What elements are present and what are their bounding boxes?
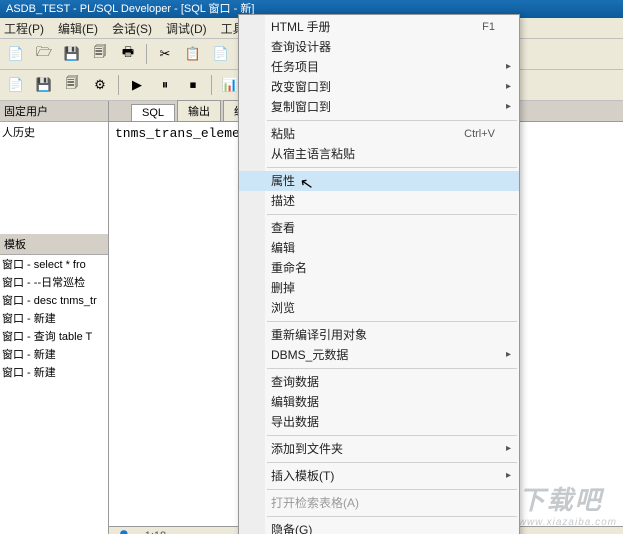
stop-icon[interactable]: ⏹ (181, 73, 205, 97)
menu-item-label: 插入模板(T) (271, 466, 334, 486)
menu-project[interactable]: 工程(P) (4, 20, 44, 37)
templates-list: 窗口 - select * fro 窗口 - --日常巡检 窗口 - desc … (0, 255, 108, 534)
menu-item-label: 编辑 (271, 238, 295, 258)
newwin-icon[interactable]: 📄 (4, 73, 28, 97)
menu-item[interactable]: 重命名 (239, 258, 519, 278)
template-item[interactable]: 窗口 - select * fro (0, 255, 108, 273)
menu-item[interactable]: 删掉 (239, 278, 519, 298)
menu-item-shortcut: F1 (482, 17, 495, 37)
menu-item[interactable]: 描述 (239, 191, 519, 211)
print-icon[interactable]: 🖶 (116, 42, 140, 66)
menu-session[interactable]: 会话(S) (112, 20, 152, 37)
menu-item[interactable]: 粘贴 Ctrl+V (239, 124, 519, 144)
menu-item-label: 任务项目 (271, 57, 319, 77)
template-item[interactable]: 窗口 - 新建 (0, 345, 108, 363)
paste-icon[interactable]: 📄 (209, 42, 233, 66)
menu-item-label: 复制窗口到 (271, 97, 331, 117)
template-item[interactable]: 窗口 - 查询 table T (0, 327, 108, 345)
menu-item-label: 查询数据 (271, 372, 319, 392)
menu-item[interactable]: 从宿主语言粘贴 (239, 144, 519, 164)
menu-item[interactable]: 隐备(G) (239, 520, 519, 534)
editor-text: tnms_trans_elemen (115, 126, 248, 141)
menu-item[interactable]: 重新编译引用对象 (239, 325, 519, 345)
menu-item[interactable]: 任务项目 (239, 57, 519, 77)
menu-item-label: HTML 手册 (271, 17, 331, 37)
menu-separator (267, 368, 517, 369)
menu-item-label: 查询设计器 (271, 37, 331, 57)
window-title: ASDB_TEST - PL/SQL Developer - [SQL 窗口 -… (6, 3, 254, 15)
saveas-icon[interactable]: 🗐 (60, 73, 84, 97)
context-menu: HTML 手册 F1 查询设计器任务项目改变窗口到复制窗口到粘贴 Ctrl+V 从宿主语… (238, 14, 520, 534)
saveall-icon[interactable]: 🗐 (88, 42, 112, 66)
template-item[interactable]: 窗口 - 新建 (0, 309, 108, 327)
template-item[interactable]: 窗口 - --日常巡检 (0, 273, 108, 291)
menu-item[interactable]: DBMS_元数据 (239, 345, 519, 365)
menu-item-label: 导出数据 (271, 412, 319, 432)
break-icon[interactable]: ⏸ (153, 73, 177, 97)
menu-item[interactable]: 复制窗口到 (239, 97, 519, 117)
menu-separator (267, 120, 517, 121)
menu-item[interactable]: 查询设计器 (239, 37, 519, 57)
menu-item-label: 查看 (271, 218, 295, 238)
status-user-icon: 👤 (117, 530, 131, 534)
menu-item-shortcut: Ctrl+V (464, 124, 495, 144)
template-item[interactable]: 窗口 - desc tnms_tr (0, 291, 108, 309)
menu-item-label: 从宿主语言粘贴 (271, 144, 355, 164)
menu-item-label: 添加到文件夹 (271, 439, 343, 459)
menu-separator (267, 214, 517, 215)
menu-item-label: 重新编译引用对象 (271, 325, 367, 345)
menu-item[interactable]: 插入模板(T) (239, 466, 519, 486)
menu-separator (267, 321, 517, 322)
menu-edit[interactable]: 编辑(E) (58, 20, 98, 37)
menu-debug[interactable]: 调试(D) (166, 20, 207, 37)
save-icon[interactable]: 💾 (60, 42, 84, 66)
users-panel: 人历史 (0, 122, 108, 234)
menu-item-label: 改变窗口到 (271, 77, 331, 97)
left-column: 固定用户 人历史 模板 窗口 - select * fro 窗口 - --日常巡… (0, 101, 109, 534)
tab-sql[interactable]: SQL (131, 104, 175, 121)
open-icon[interactable]: 🗁 (32, 42, 56, 66)
templates-panel-header[interactable]: 模板 (0, 234, 108, 255)
save2-icon[interactable]: 💾 (32, 73, 56, 97)
menu-item[interactable]: 属性 (239, 171, 519, 191)
separator (211, 75, 212, 95)
template-item[interactable]: 窗口 - 新建 (0, 363, 108, 381)
status-caret-pos: 1:18 (145, 530, 166, 534)
menu-item-label: 描述 (271, 191, 295, 211)
copy-icon[interactable]: 📋 (181, 42, 205, 66)
menu-item-label: 打开检索表格(A) (271, 493, 359, 513)
menu-separator (267, 489, 517, 490)
menu-item[interactable]: 改变窗口到 (239, 77, 519, 97)
users-panel-header[interactable]: 固定用户 (0, 101, 108, 122)
new-icon[interactable]: 📄 (4, 42, 28, 66)
menu-item[interactable]: 查询数据 (239, 372, 519, 392)
menu-item[interactable]: 添加到文件夹 (239, 439, 519, 459)
menu-item-label: 编辑数据 (271, 392, 319, 412)
menu-separator (267, 435, 517, 436)
menu-item: 打开检索表格(A) (239, 493, 519, 513)
menu-item-label: 隐备(G) (271, 520, 312, 534)
menu-item-label: 属性 (271, 171, 295, 191)
menu-item-label: DBMS_元数据 (271, 345, 348, 365)
menu-item[interactable]: 编辑 (239, 238, 519, 258)
menu-separator (267, 462, 517, 463)
menu-item-label: 删掉 (271, 278, 295, 298)
menu-separator (267, 516, 517, 517)
execute-icon[interactable]: ▶ (125, 73, 149, 97)
menu-item[interactable]: 编辑数据 (239, 392, 519, 412)
menu-separator (267, 167, 517, 168)
gear-icon[interactable]: ⚙ (88, 73, 112, 97)
menu-item-label: 粘贴 (271, 124, 295, 144)
menu-item[interactable]: 导出数据 (239, 412, 519, 432)
users-item[interactable]: 人历史 (2, 124, 106, 140)
separator (146, 44, 147, 64)
menu-item-label: 浏览 (271, 298, 295, 318)
menu-item[interactable]: HTML 手册 F1 (239, 17, 519, 37)
menu-item-label: 重命名 (271, 258, 307, 278)
separator (118, 75, 119, 95)
cut-icon[interactable]: ✂ (153, 42, 177, 66)
menu-item[interactable]: 浏览 (239, 298, 519, 318)
tab-output[interactable]: 输出 (177, 100, 221, 121)
menu-item[interactable]: 查看 (239, 218, 519, 238)
